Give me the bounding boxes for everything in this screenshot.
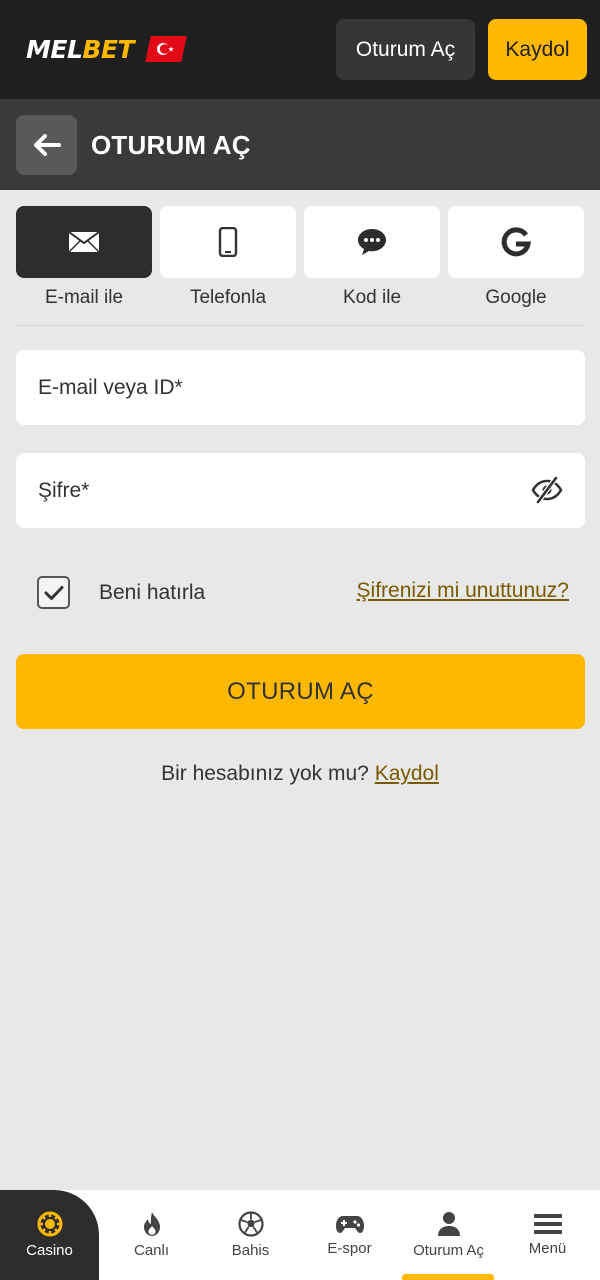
login-button[interactable]: Oturum Aç [336, 19, 475, 80]
nav-sports-label: Bahis [231, 1242, 270, 1259]
tab-google[interactable]: Google [448, 206, 584, 312]
menu-icon [533, 1214, 562, 1234]
nav-esports-label: E-spor [327, 1240, 372, 1257]
nav-esports[interactable]: E-spor [300, 1190, 399, 1280]
nav-login-label: Oturum Aç [413, 1242, 484, 1259]
logo-text-mel: MEL [26, 34, 83, 64]
email-field-container [16, 350, 585, 425]
remember-me[interactable]: Beni hatırla [37, 576, 205, 609]
tab-phone-label: Telefonla [189, 287, 267, 308]
checkmark-icon [44, 585, 63, 600]
flame-icon [143, 1212, 160, 1236]
phone-icon [218, 227, 238, 257]
gamepad-icon [335, 1216, 364, 1233]
no-account-question: Bir hesabınız yok mu? [161, 762, 369, 785]
nav-active-indicator [402, 1274, 494, 1280]
tab-code[interactable]: Kod ile [304, 206, 440, 312]
nav-live[interactable]: Canlı [102, 1190, 201, 1280]
nav-login[interactable]: Oturum Aç [399, 1190, 498, 1280]
eye-slash-icon[interactable] [531, 476, 563, 504]
bottom-nav: Casino Canlı Bahis E-spor Oturum Aç Menü [0, 1190, 600, 1280]
no-account-text: Bir hesabınız yok mu? Kaydol [0, 762, 600, 786]
nav-casino-label: Casino [26, 1242, 73, 1259]
tab-phone[interactable]: Telefonla [160, 206, 296, 312]
logo-text-bet: BET [82, 34, 135, 64]
soccer-ball-icon [237, 1211, 264, 1237]
register-link[interactable]: Kaydol [375, 762, 439, 785]
tab-email-label: E-mail ile [44, 287, 124, 308]
page-header: OTURUM AÇ [0, 99, 600, 190]
submit-login-button[interactable]: OTURUM AÇ [16, 654, 585, 729]
email-input[interactable] [16, 350, 585, 425]
divider [16, 325, 585, 326]
password-field-container [16, 453, 585, 528]
tab-google-label: Google [485, 287, 547, 308]
nav-sports[interactable]: Bahis [201, 1190, 300, 1280]
arrow-left-icon [33, 134, 61, 156]
casino-chip-icon [37, 1211, 62, 1237]
back-button[interactable] [16, 115, 77, 175]
password-input[interactable] [16, 453, 585, 528]
top-bar: MELBET Oturum Aç Kaydol [0, 0, 600, 99]
register-button[interactable]: Kaydol [488, 19, 587, 80]
google-icon [501, 227, 531, 257]
remember-label: Beni hatırla [99, 580, 206, 604]
melbet-logo[interactable]: MELBET [26, 34, 187, 64]
user-icon [437, 1212, 460, 1236]
nav-menu-label: Menü [528, 1240, 567, 1257]
nav-menu[interactable]: Menü [498, 1190, 597, 1280]
login-method-tabs: E-mail ile Telefonla Kod ile Google [16, 206, 585, 312]
nav-casino[interactable]: Casino [0, 1190, 99, 1280]
tab-code-label: Kod ile [342, 287, 402, 308]
chat-icon [358, 229, 386, 255]
envelope-icon [68, 231, 100, 253]
forgot-password-link[interactable]: Şifrenizi mi unuttunuz? [357, 579, 569, 603]
turkey-flag-icon[interactable] [145, 36, 187, 62]
tab-email[interactable]: E-mail ile [16, 206, 152, 312]
nav-live-label: Canlı [133, 1242, 170, 1259]
page-title: OTURUM AÇ [91, 130, 251, 160]
remember-checkbox[interactable] [37, 576, 70, 609]
